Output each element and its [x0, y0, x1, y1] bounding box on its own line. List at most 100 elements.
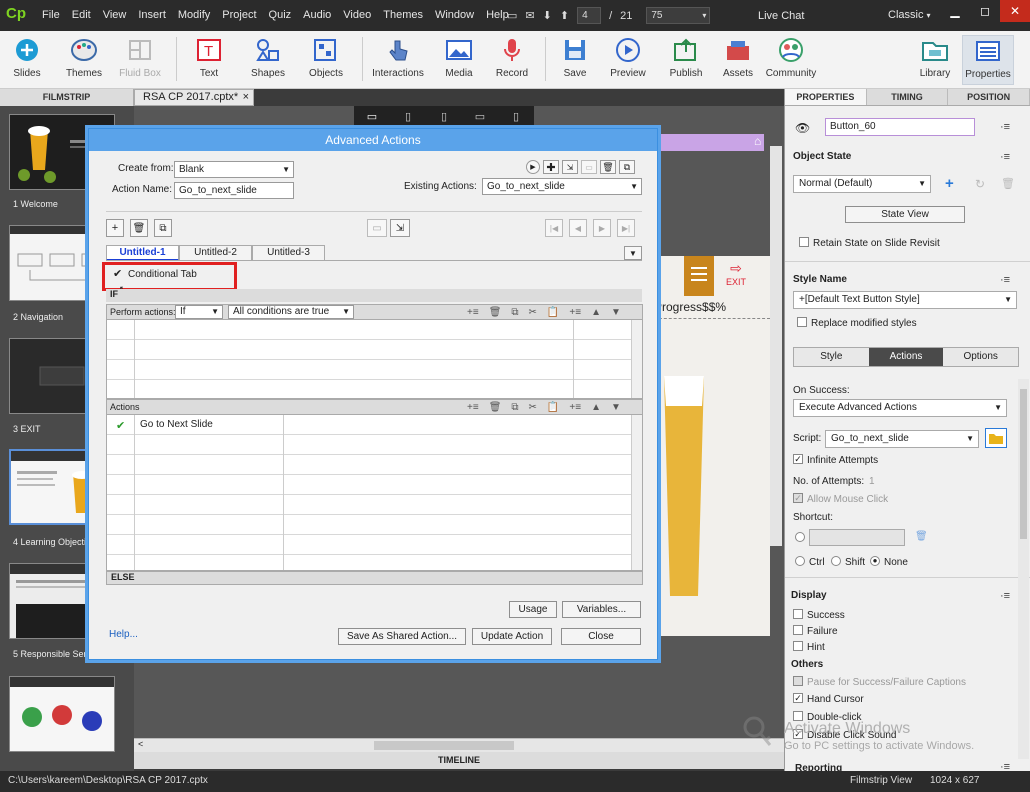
objects-button[interactable]: Objects: [300, 35, 352, 79]
document-tab[interactable]: RSA CP 2017.cptx* ×: [134, 89, 254, 106]
shift-radio[interactable]: Shift: [831, 556, 865, 568]
expand-icon[interactable]: ⇲: [390, 219, 410, 237]
menu-icon[interactable]: [684, 256, 714, 296]
scroll-thumb[interactable]: [1020, 389, 1027, 539]
none-radio[interactable]: ● None: [870, 556, 908, 568]
failure-checkbox[interactable]: Failure: [793, 625, 838, 637]
add-decision-button[interactable]: +: [106, 219, 124, 237]
infinite-attempts-checkbox[interactable]: ✓ Infinite Attempts: [793, 454, 878, 466]
insert-row-icon[interactable]: +≡: [467, 400, 479, 415]
menu-audio[interactable]: Audio: [297, 9, 337, 21]
mail-icon[interactable]: ✉: [525, 9, 534, 22]
text-button[interactable]: T Text: [183, 35, 235, 79]
state-select[interactable]: Normal (Default) ▼: [793, 175, 931, 193]
publish-button[interactable]: Publish: [660, 35, 712, 79]
properties-button[interactable]: Properties: [962, 35, 1014, 85]
tab-properties[interactable]: PROPERTIES: [785, 89, 867, 105]
table-row[interactable]: [107, 496, 631, 515]
last-tab-icon[interactable]: ▶|: [617, 219, 635, 237]
tab-untitled-3[interactable]: Untitled-3: [252, 245, 325, 261]
add-action-icon[interactable]: ✚: [543, 160, 559, 174]
arrow-up-icon[interactable]: ⬆: [560, 9, 569, 22]
copy-icon[interactable]: ⧉: [511, 305, 518, 320]
folder-icon[interactable]: [985, 428, 1007, 448]
tab-untitled-1[interactable]: Untitled-1: [106, 245, 179, 261]
delete-shortcut-icon[interactable]: 🗑: [915, 531, 928, 542]
tab-untitled-2[interactable]: Untitled-2: [179, 245, 252, 261]
menu-file[interactable]: File: [36, 9, 66, 21]
table-row[interactable]: [107, 536, 631, 555]
save-as-shared-action-button[interactable]: Save As Shared Action...: [338, 628, 466, 645]
maximize-button[interactable]: ◻: [970, 0, 1000, 22]
tab-timing[interactable]: TIMING: [867, 89, 949, 105]
menu-window[interactable]: Window: [429, 9, 480, 21]
attempts-value[interactable]: 1: [869, 476, 875, 487]
chevron-left-icon[interactable]: <: [138, 739, 143, 749]
insert-after-icon[interactable]: +≡: [569, 305, 581, 320]
success-checkbox[interactable]: Success: [793, 609, 845, 621]
delete-decision-button[interactable]: 🗑: [130, 219, 148, 237]
options-menu-icon[interactable]: ·≡: [1000, 121, 1010, 133]
delete-icon[interactable]: 🗑: [489, 305, 502, 320]
menu-project[interactable]: Project: [216, 9, 262, 21]
paste-icon[interactable]: 📋: [547, 305, 559, 320]
close-dialog-button[interactable]: Close: [561, 628, 641, 645]
insert-after-icon[interactable]: +≡: [569, 400, 581, 415]
slide-thumbnail[interactable]: [9, 676, 115, 752]
slides-icon[interactable]: ▭: [507, 9, 517, 22]
variables-button[interactable]: Variables...: [562, 601, 641, 618]
stage-horizontal-scrollbar[interactable]: <: [134, 738, 784, 752]
slides-button[interactable]: Slides: [1, 35, 53, 79]
phone-landscape-icon[interactable]: ▭: [462, 106, 498, 130]
existing-actions-select[interactable]: Go_to_next_slide ▼: [482, 178, 642, 195]
phone-portrait-icon[interactable]: ▯: [498, 106, 534, 130]
object-name-input[interactable]: Button_60: [825, 118, 975, 136]
options-menu-icon[interactable]: ·≡: [1000, 151, 1010, 163]
community-button[interactable]: Community: [765, 35, 817, 79]
themes-button[interactable]: Themes: [58, 35, 110, 79]
table-row[interactable]: [107, 341, 631, 360]
update-action-button[interactable]: Update Action: [472, 628, 552, 645]
cut-icon[interactable]: ✂: [529, 305, 537, 320]
eye-icon[interactable]: 👁: [795, 121, 810, 135]
cut-icon[interactable]: ✂: [529, 400, 537, 415]
delete-state-icon[interactable]: 🗑: [1001, 177, 1015, 190]
hand-cursor-checkbox[interactable]: ✓ Hand Cursor: [793, 693, 864, 705]
duplicate-decision-button[interactable]: ⧉: [154, 219, 172, 237]
subtab-actions[interactable]: Actions: [868, 348, 944, 366]
current-page-input[interactable]: 4: [577, 7, 602, 24]
play-icon[interactable]: ▶: [526, 160, 540, 174]
table-row[interactable]: [107, 321, 631, 340]
table-row[interactable]: [107, 516, 631, 535]
delete-icon[interactable]: 🗑: [600, 160, 616, 174]
move-down-icon[interactable]: ▼: [611, 400, 621, 415]
tablet-icon[interactable]: ▯: [390, 106, 426, 130]
state-view-button[interactable]: State View: [845, 206, 965, 223]
export-icon[interactable]: ▭: [581, 160, 597, 174]
menu-modify[interactable]: Modify: [172, 9, 216, 21]
add-state-icon[interactable]: +: [945, 175, 954, 192]
shortcut-input[interactable]: [809, 529, 905, 546]
menu-video[interactable]: Video: [337, 9, 377, 21]
move-up-icon[interactable]: ▲: [591, 400, 601, 415]
media-button[interactable]: Media: [433, 35, 485, 79]
delete-icon[interactable]: 🗑: [489, 400, 502, 415]
else-header[interactable]: ELSE: [106, 571, 643, 585]
ctrl-radio[interactable]: Ctrl: [795, 556, 825, 568]
retain-state-checkbox[interactable]: Retain State on Slide Revisit: [799, 237, 940, 249]
script-select[interactable]: Go_to_next_slide ▼: [825, 430, 979, 448]
table-row[interactable]: [107, 476, 631, 495]
paste-icon[interactable]: 📋: [547, 400, 559, 415]
subtab-style[interactable]: Style: [794, 348, 869, 366]
table-row[interactable]: ✔ Go to Next Slide: [107, 416, 631, 435]
action-name-input[interactable]: Go_to_next_slide: [174, 182, 294, 199]
menu-quiz[interactable]: Quiz: [263, 9, 298, 21]
table-row[interactable]: [107, 361, 631, 380]
on-success-select[interactable]: Execute Advanced Actions ▼: [793, 399, 1007, 417]
preview-button[interactable]: Preview: [602, 35, 654, 79]
conditions-scrollbar[interactable]: [631, 320, 642, 398]
menu-insert[interactable]: Insert: [132, 9, 172, 21]
workspace-select[interactable]: Classic ▾: [888, 9, 931, 21]
shortcut-radio[interactable]: [795, 532, 805, 542]
tablet-portrait-icon[interactable]: ▯: [426, 106, 462, 130]
